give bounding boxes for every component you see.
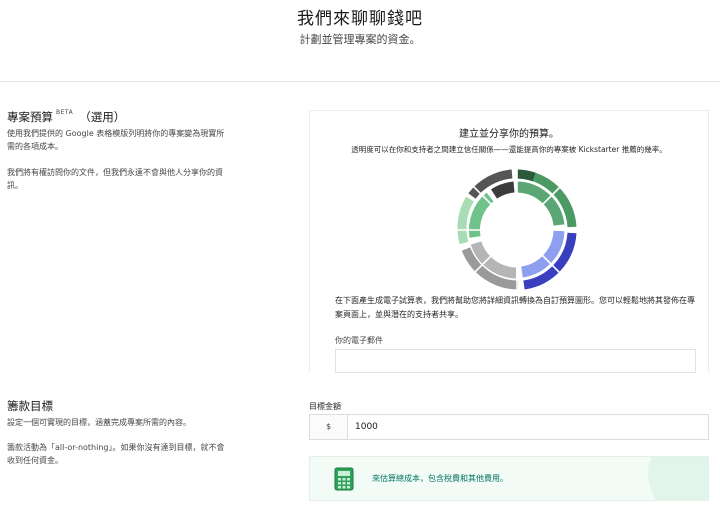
- goal-section-title: 籌款目標: [7, 399, 53, 413]
- budget-description: 使用我們提供的 Google 表格模版列明將你的專案變為現實所需的各項成本。: [7, 129, 225, 151]
- calculator-icon: [334, 467, 354, 491]
- goal-amount-input[interactable]: [355, 415, 695, 439]
- budget-title-text: 專案預算: [7, 110, 53, 124]
- goal-description: 設定一個可實現的目標，涵蓋完成專案所需的內容。: [7, 418, 191, 427]
- optional-label: （選用）: [79, 110, 126, 124]
- email-field[interactable]: [335, 349, 696, 373]
- page-header: 我們來聊聊錢吧 計劃並管理專案的資金。: [0, 0, 720, 82]
- donut-outer-segment: [457, 196, 474, 245]
- budget-card: 建立並分享你的預算。 透明度可以在你和支持者之間建立信任關係——還能提高你的專案…: [309, 110, 709, 373]
- budget-privacy-note: 我們將有權訪問你的文件，但我們永遠不會與他人分享你的資訊。: [7, 168, 223, 190]
- beta-badge: BETA: [56, 109, 74, 116]
- cost-estimate-banner[interactable]: 來估算總成本，包含稅費和其他費用。: [309, 456, 709, 501]
- budget-section-title: 專案預算 BETA （選用）: [7, 109, 125, 125]
- budget-card-title: 建立並分享你的預算。: [459, 129, 559, 140]
- email-label: 你的電子郵件: [335, 336, 383, 345]
- donut-outer-segment: [516, 169, 536, 182]
- goal-all-or-nothing-note: 籌款活動為「all-or-nothing」。如果你沒有達到目標，就不會收到任何資…: [7, 443, 225, 465]
- cost-estimate-link[interactable]: 來估算總成本，包含稅費和其他費用。: [372, 473, 508, 484]
- currency-symbol: $: [310, 415, 348, 439]
- donut-inner-segment: [490, 181, 515, 199]
- goal-amount-label: 目標金額: [309, 402, 341, 411]
- page-subtitle: 計劃並管理專案的資金。: [299, 33, 421, 46]
- donut-inner-segment: [468, 192, 494, 238]
- budget-donut-illustration: [454, 167, 580, 293]
- goal-amount-field: $: [309, 414, 709, 440]
- budget-card-description: 在下面產生成電子試算表，我們將幫助您將詳細資訊轉換為自訂預算圖形。您可以輕鬆地將…: [335, 296, 695, 319]
- page-title: 我們來聊聊錢吧: [297, 9, 423, 29]
- donut-separators: [454, 167, 580, 293]
- budget-card-subtitle: 透明度可以在你和支持者之間建立信任關係——還能提高你的專案被 Kickstart…: [351, 145, 667, 154]
- banner-decoration: [648, 457, 708, 500]
